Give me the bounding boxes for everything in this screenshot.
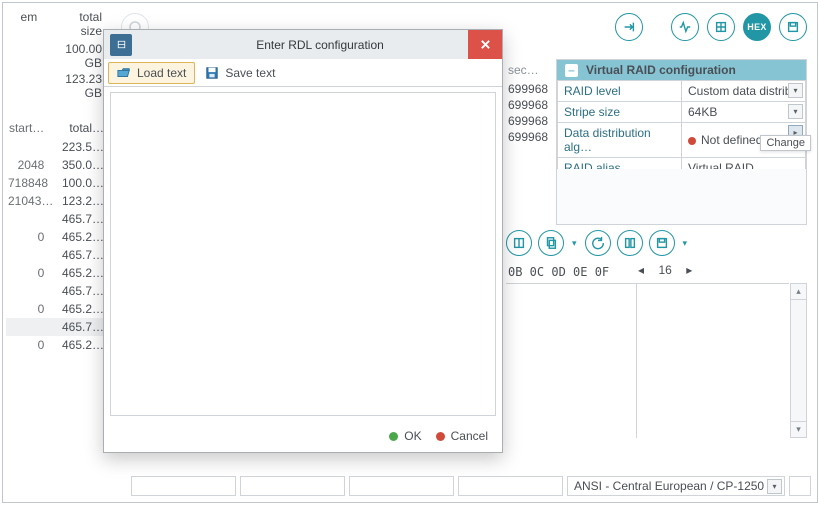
table-row[interactable]: 465.7… [6, 282, 106, 300]
table-row[interactable]: 0465.2… [6, 264, 106, 282]
scroll-up-icon[interactable]: ▴ [791, 284, 806, 300]
col-em: em [10, 10, 37, 38]
table-row[interactable]: 465.7… [6, 210, 106, 228]
export-button[interactable] [615, 13, 643, 41]
table-row[interactable]: 465.7… [6, 246, 106, 264]
save-text-button[interactable]: Save text [197, 63, 283, 83]
dialog-toolbar: Load text Save text [104, 59, 502, 87]
close-button[interactable] [468, 30, 502, 59]
cancel-button[interactable]: Cancel [436, 429, 488, 443]
compare-button[interactable] [617, 230, 643, 256]
save-layout-button[interactable] [779, 13, 807, 41]
status-bar: ANSI - Central European / CP-1250 ▾ [7, 474, 813, 498]
hex-nav[interactable]: ◂ 16 ▸ [638, 263, 692, 277]
dropdown-icon[interactable]: ▾ [767, 479, 782, 494]
status-field-3[interactable] [349, 476, 454, 496]
bottom-left-table: start… total… 223.5…2048350.0…718848100.0… [6, 118, 106, 354]
status-field-1[interactable] [131, 476, 236, 496]
raid-config-empty [556, 169, 807, 225]
hex-button[interactable]: HEX [743, 13, 771, 41]
nav-prev-icon[interactable]: ◂ [638, 263, 644, 277]
ok-button[interactable]: OK [389, 429, 421, 443]
save-icon [205, 66, 219, 80]
collapse-icon[interactable]: – [565, 64, 578, 77]
copy-button[interactable] [538, 230, 564, 256]
table-row[interactable]: 0465.2… [6, 228, 106, 246]
hex-divider [636, 283, 637, 438]
warning-dot-icon [688, 137, 696, 145]
raid-config-header[interactable]: – Virtual RAID configuration [557, 60, 806, 80]
encoding-value: ANSI - Central European / CP-1250 [574, 479, 764, 493]
load-text-button[interactable]: Load text [108, 62, 195, 84]
hex-view[interactable] [506, 283, 789, 438]
sectors-header: sec… [508, 62, 562, 78]
col-total-size: total size [55, 10, 102, 38]
app-icon [110, 34, 132, 56]
dropdown-icon[interactable]: ▾ [788, 104, 803, 119]
change-tooltip: Change [760, 135, 811, 151]
load-text-label: Load text [137, 66, 186, 80]
table-row[interactable]: 465.7… [6, 318, 106, 336]
table-row[interactable]: 718848100.0… [6, 174, 106, 192]
grid-button[interactable] [707, 13, 735, 41]
status-field-2[interactable] [240, 476, 345, 496]
table-row[interactable]: 223.5… [6, 138, 106, 156]
col-start: start… [8, 121, 44, 135]
status-extra-button[interactable] [789, 476, 811, 496]
save-hex-button[interactable] [649, 230, 675, 256]
table-row[interactable]: 21043…123.2… [6, 192, 106, 210]
cfg-key: RAID level [558, 81, 682, 102]
hex-toolbar: ▾ ▾ [506, 230, 807, 256]
dialog-footer: OK Cancel [104, 420, 502, 452]
chevron-down-icon[interactable]: ▾ [681, 238, 690, 249]
chevron-down-icon[interactable]: ▾ [570, 238, 579, 249]
nav-next-icon[interactable]: ▸ [686, 263, 692, 277]
table-row[interactable]: 0465.2… [6, 336, 106, 354]
nav-value: 16 [658, 263, 671, 277]
dialog-title: Enter RDL configuration [138, 38, 502, 52]
dropdown-icon[interactable]: ▾ [788, 83, 803, 98]
rdl-config-dialog: Enter RDL configuration Load text Save t… [103, 29, 503, 453]
table-row[interactable]: 0465.2… [6, 300, 106, 318]
status-field-4[interactable] [458, 476, 563, 496]
cancel-dot-icon [436, 432, 445, 441]
top-left-table: emtotal size 100.00 GB 123.23 GB [6, 7, 106, 101]
sectors-column: sec… 699968 699968 699968 699968 [508, 62, 562, 145]
columns-button[interactable] [506, 230, 532, 256]
ok-dot-icon [389, 432, 398, 441]
dialog-titlebar[interactable]: Enter RDL configuration [104, 30, 502, 59]
hex-scrollbar[interactable]: ▴ ▾ [790, 283, 807, 438]
refresh-button[interactable] [585, 230, 611, 256]
table-row[interactable]: 2048350.0… [6, 156, 106, 174]
rdl-text-area[interactable] [110, 92, 496, 416]
raid-config-title: Virtual RAID configuration [586, 63, 736, 77]
save-text-label: Save text [225, 66, 275, 80]
activity-button[interactable] [671, 13, 699, 41]
col-total: total… [54, 121, 104, 135]
folder-open-icon [117, 66, 131, 80]
hex-offsets: 0B 0C 0D 0E 0F [508, 265, 609, 279]
cfg-val[interactable]: Custom data distrib.▾ [682, 81, 806, 102]
encoding-select[interactable]: ANSI - Central European / CP-1250 ▾ [567, 476, 785, 496]
scroll-down-icon[interactable]: ▾ [791, 421, 806, 437]
